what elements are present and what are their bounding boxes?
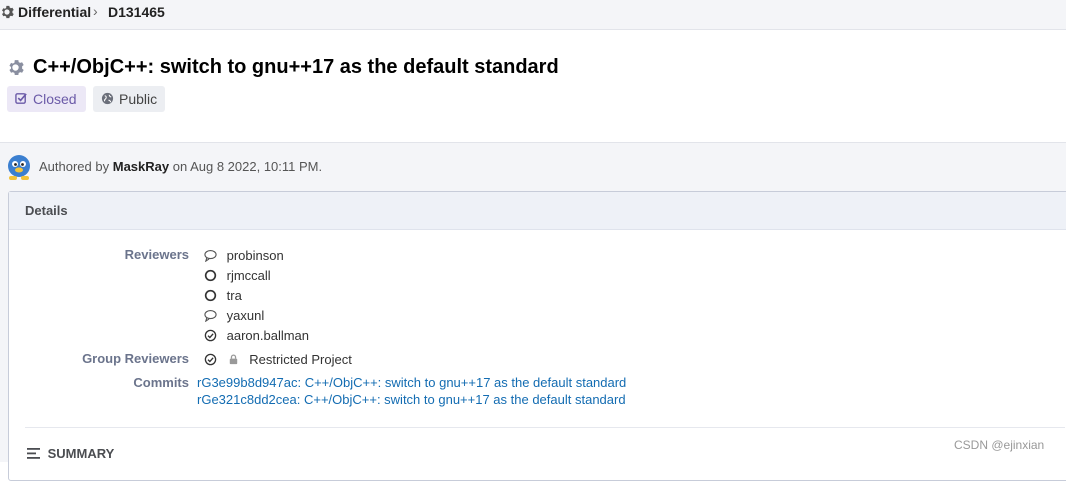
group-reviewer-name-link[interactable]: Restricted Project — [249, 352, 352, 367]
breadcrumb-separator: › — [93, 3, 98, 19]
breadcrumb: Differential › D131465 — [0, 0, 1066, 30]
revision-header: C++/ObjC++: switch to gnu++17 as the def… — [0, 30, 1066, 143]
status-badge-closed: Closed — [7, 86, 86, 112]
visibility-badge-label: Public — [119, 91, 158, 107]
breadcrumb-differential-link[interactable]: Differential — [18, 4, 91, 20]
comment-icon — [204, 310, 217, 322]
commits-label: Commits — [133, 375, 189, 390]
globe-icon — [101, 92, 114, 105]
reviewer-item: aaron.ballman — [204, 328, 309, 343]
check-circle-icon — [204, 329, 217, 342]
align-left-icon — [27, 448, 40, 459]
status-badge-label: Closed — [33, 91, 77, 107]
reviewer-name-link[interactable]: tra — [227, 288, 242, 303]
summary-label: SUMMARY — [47, 446, 115, 461]
reviewer-name-link[interactable]: rjmccall — [227, 268, 271, 283]
commit-link[interactable]: rG3e99b8d947ac: C++/ObjC++: switch to gn… — [197, 375, 626, 390]
commit-link[interactable]: rGe321c8dd2cea: C++/ObjC++: switch to gn… — [197, 392, 626, 407]
breadcrumb-revision-link[interactable]: D131465 — [108, 4, 165, 20]
circle-icon — [204, 269, 217, 282]
reviewer-name-link[interactable]: yaxunl — [227, 308, 265, 323]
reviewer-item: tra — [204, 288, 242, 303]
lock-icon — [229, 354, 237, 365]
section-divider — [25, 427, 1065, 428]
group-reviewers-label: Group Reviewers — [82, 351, 189, 366]
reviewer-name-link[interactable]: aaron.ballman — [227, 328, 309, 343]
details-panel-header: Details — [9, 192, 1066, 230]
revision-body: Authored by MaskRay on Aug 8 2022, 10:11… — [0, 143, 1066, 481]
comment-icon — [204, 250, 217, 262]
reviewer-item: probinson — [204, 248, 284, 263]
reviewer-item: rjmccall — [204, 268, 271, 283]
reviewers-label: Reviewers — [124, 247, 189, 262]
details-title: Details — [25, 203, 68, 218]
author-date: on Aug 8 2022, 10:11 PM. — [172, 159, 323, 174]
check-circle-icon — [204, 353, 217, 366]
circle-icon — [204, 289, 217, 302]
gear-icon — [2, 5, 14, 19]
authored-by-label: Authored by — [39, 159, 110, 174]
summary-heading: SUMMARY — [27, 446, 114, 461]
watermark: CSDN @ejinxian — [954, 438, 1045, 452]
check-square-icon — [15, 93, 27, 104]
avatar[interactable] — [7, 154, 31, 180]
gear-icon — [9, 60, 24, 75]
reviewer-item: yaxunl — [204, 308, 264, 323]
reviewer-name-link[interactable]: probinson — [227, 248, 284, 263]
details-panel: Details Reviewers probinson rjmccall tra… — [8, 191, 1066, 481]
page-title: C++/ObjC++: switch to gnu++17 as the def… — [33, 56, 559, 78]
author-name-link[interactable]: MaskRay — [113, 159, 169, 174]
group-reviewer-item: Restricted Project — [204, 352, 352, 367]
visibility-badge-public: Public — [93, 86, 165, 112]
